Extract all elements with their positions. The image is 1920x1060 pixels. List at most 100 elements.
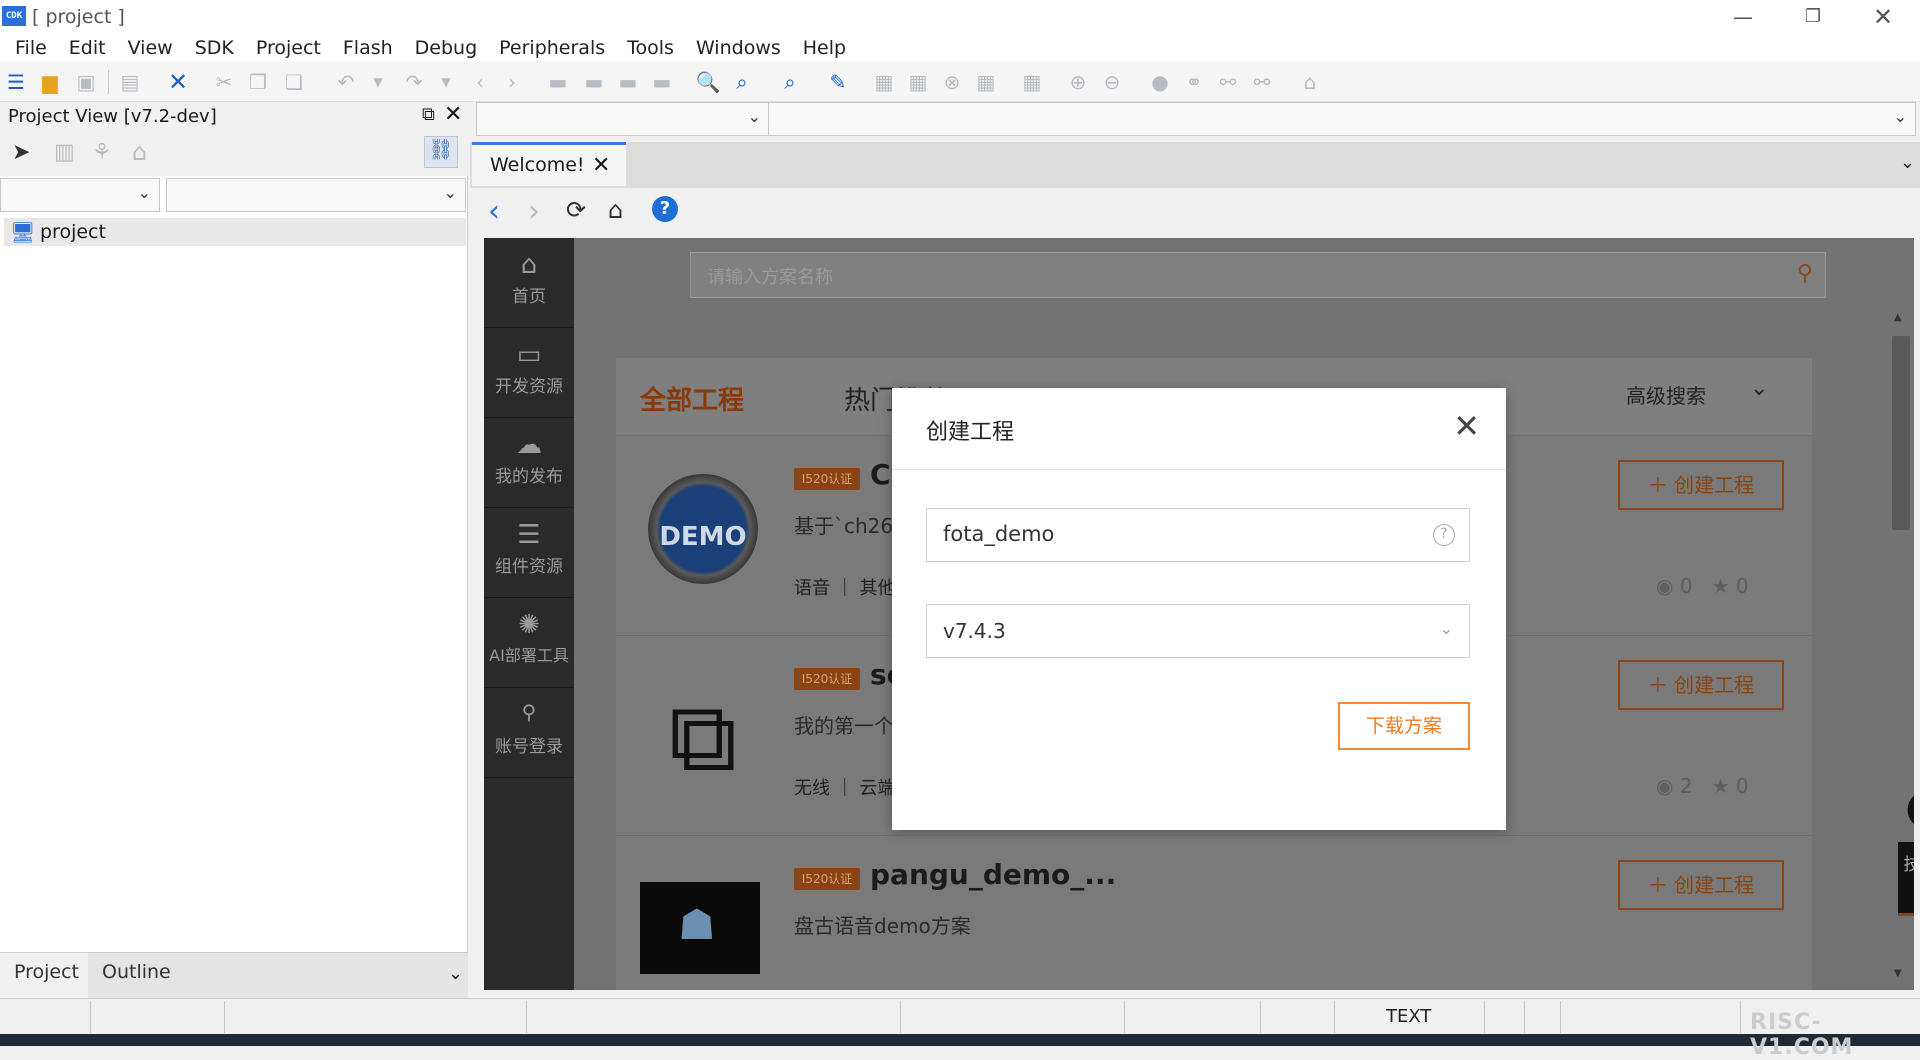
scroll-thumb[interactable] <box>1892 336 1910 530</box>
new-file-icon[interactable]: ☰ <box>2 68 30 96</box>
close-tab-icon[interactable]: ✕ <box>592 153 610 178</box>
scheme-search-input[interactable]: 请输入方案名称 ⚲ <box>690 252 1826 298</box>
taskbar-strip <box>0 1034 1920 1046</box>
function-select[interactable]: ⌄ <box>768 102 1916 136</box>
help-icon[interactable]: ? <box>1433 524 1455 546</box>
nav-forward-icon[interactable]: › <box>528 194 540 229</box>
menu-help[interactable]: Help <box>792 34 857 62</box>
reload-icon[interactable]: ▣ <box>72 68 100 96</box>
card-title[interactable]: pangu_demo_... <box>870 858 1116 891</box>
close-file-icon[interactable]: ✕ <box>164 68 192 96</box>
tab-outline[interactable]: Outline <box>102 961 171 983</box>
scroll-down-icon[interactable]: ▼ <box>1894 968 1902 979</box>
menu-project[interactable]: Project <box>245 34 332 62</box>
close-panel-icon[interactable]: ✕ <box>444 102 462 127</box>
restore-button[interactable]: ❐ <box>1786 2 1840 32</box>
create-project-button[interactable]: ＋ 创建工程 <box>1618 860 1784 910</box>
bookmark-next-icon[interactable]: ▬ <box>614 68 642 96</box>
forward-icon[interactable]: › <box>498 68 526 96</box>
tree-item-project[interactable]: 🖥 project <box>4 218 466 246</box>
menu-peripherals[interactable]: Peripherals <box>488 34 616 62</box>
download-icon[interactable]: ▦ <box>1018 68 1046 96</box>
bookmark-prev-icon[interactable]: ▬ <box>580 68 608 96</box>
menu-edit[interactable]: Edit <box>58 34 117 62</box>
create-project-button[interactable]: ＋ 创建工程 <box>1618 460 1784 510</box>
project-name-input[interactable] <box>943 522 1423 546</box>
rebuild-icon[interactable]: ▦ <box>904 68 932 96</box>
menu-flash[interactable]: Flash <box>332 34 404 62</box>
find-in-files-icon[interactable]: ⌕ <box>728 68 756 96</box>
menu-windows[interactable]: Windows <box>685 34 792 62</box>
tech-support-widget[interactable]: ☻ 技术支持 <box>1898 786 1914 922</box>
ai-icon: ✺ <box>518 610 540 640</box>
web-nav-home[interactable]: ⌂ 首页 <box>484 238 574 328</box>
bookmark-clear-icon[interactable]: ▬ <box>648 68 676 96</box>
download-scheme-button[interactable]: 下载方案 <box>1338 702 1470 750</box>
chevron-down-icon[interactable]: ⌄ <box>1750 376 1768 401</box>
web-nav-components[interactable]: ☰ 组件资源 <box>484 508 574 598</box>
debug-step-icon[interactable]: ⚭ <box>1180 68 1208 96</box>
debug-link-icon[interactable]: ⚯ <box>1214 68 1242 96</box>
web-nav-dev-resources[interactable]: ▭ 开发资源 <box>484 328 574 418</box>
list-item[interactable]: ☗ I520认证 pangu_demo_... 盘古语音demo方案 ＋ 创建工… <box>616 838 1812 990</box>
debug-start-icon[interactable]: ● <box>1146 68 1174 96</box>
build-icon[interactable]: ▦ <box>870 68 898 96</box>
save-icon[interactable]: ▤ <box>116 68 144 96</box>
redo-icon[interactable]: ↷ <box>400 68 428 96</box>
tab-welcome[interactable]: Welcome! ✕ <box>472 142 626 186</box>
tab-project[interactable]: Project <box>14 961 79 983</box>
menu-file[interactable]: File <box>4 34 58 62</box>
copy-icon[interactable]: ❐ <box>244 68 272 96</box>
bookmark-icon[interactable]: ▬ <box>544 68 572 96</box>
paste-icon[interactable]: ❏ <box>280 68 308 96</box>
web-nav-my-publish[interactable]: ☁ 我的发布 <box>484 418 574 508</box>
menu-debug[interactable]: Debug <box>404 34 488 62</box>
cut-icon[interactable]: ✂ <box>210 68 238 96</box>
search-project-icon[interactable]: ⌕ <box>776 68 804 96</box>
debug-unlink-icon[interactable]: ⚯ <box>1248 68 1276 96</box>
undo-icon[interactable]: ↶ <box>332 68 360 96</box>
back-icon[interactable]: ‹ <box>466 68 494 96</box>
close-icon[interactable]: ✕ <box>1453 408 1480 444</box>
version-select[interactable]: v7.4.3 ⌄ <box>926 604 1470 658</box>
minimize-button[interactable]: — <box>1716 2 1770 32</box>
nav-back-icon[interactable]: ‹ <box>488 194 500 229</box>
zoom-in-icon[interactable]: ⊕ <box>1064 68 1092 96</box>
web-nav-ai-tools[interactable]: ✺ AI部署工具 <box>484 598 574 688</box>
building-icon[interactable]: ▥ <box>54 140 75 165</box>
advanced-search[interactable]: 高级搜索 <box>1626 380 1706 409</box>
locate-icon[interactable]: ➤ <box>12 140 30 165</box>
create-project-button[interactable]: ＋ 创建工程 <box>1618 660 1784 710</box>
search-icon[interactable]: ⚲ <box>1797 261 1813 286</box>
config-select[interactable]: ⌄ <box>0 178 160 212</box>
home-icon[interactable]: ⌂ <box>132 138 147 166</box>
project-name-field[interactable]: ? <box>926 508 1470 562</box>
link-editor-icon[interactable]: ⛓ <box>424 136 458 168</box>
network-icon[interactable]: ⚘ <box>92 140 112 165</box>
menu-tools[interactable]: Tools <box>616 34 685 62</box>
redo-dropdown-icon[interactable]: ▼ <box>432 68 460 96</box>
find-icon[interactable]: 🔍 <box>694 68 722 96</box>
tab-all-projects[interactable]: 全部工程 <box>640 380 744 417</box>
tab-list-chevron-icon[interactable]: ⌄ <box>1900 152 1915 173</box>
menu-sdk[interactable]: SDK <box>184 34 245 62</box>
web-nav-login[interactable]: ⚲ 账号登录 <box>484 688 574 778</box>
chevron-down-icon[interactable]: ⌄ <box>448 963 463 984</box>
refresh-icon[interactable]: ⟳ <box>566 196 586 224</box>
zoom-out-icon[interactable]: ⊖ <box>1098 68 1126 96</box>
undo-dropdown-icon[interactable]: ▼ <box>364 68 392 96</box>
scroll-up-icon[interactable]: ▲ <box>1894 312 1902 323</box>
build-config-icon[interactable]: ✎ <box>824 68 852 96</box>
menu-view[interactable]: View <box>117 34 184 62</box>
help-icon[interactable]: ? <box>652 196 678 222</box>
stop-build-icon[interactable]: ⊗ <box>938 68 966 96</box>
clean-icon[interactable]: ▦ <box>972 68 1000 96</box>
close-window-button[interactable]: ✕ <box>1856 2 1910 32</box>
target-select[interactable]: ⌄ <box>166 178 466 212</box>
toolbar-separator <box>108 70 109 94</box>
float-panel-icon[interactable]: ⧉ <box>422 104 435 125</box>
home-icon[interactable]: ⌂ <box>608 196 623 224</box>
home-icon[interactable]: ⌂ <box>1296 68 1324 96</box>
symbol-select[interactable]: ⌄ <box>476 102 770 136</box>
open-folder-icon[interactable]: ▆ <box>36 68 64 96</box>
